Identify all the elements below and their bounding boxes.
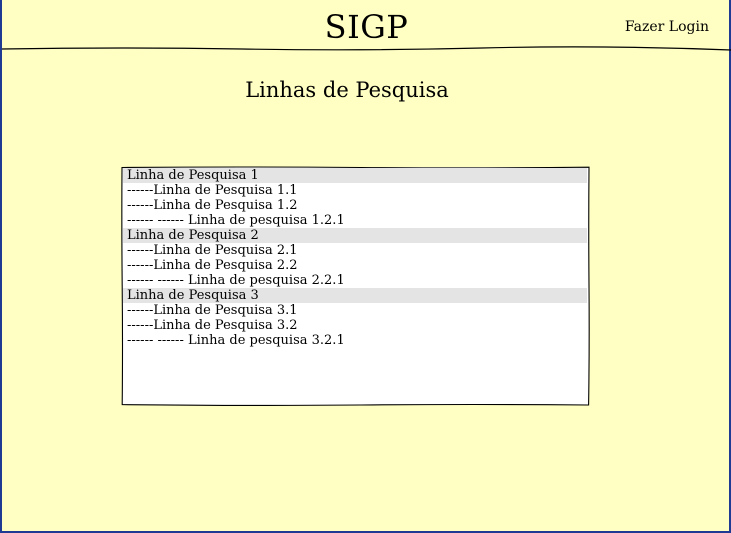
list-item[interactable]: ------ ------ Linha de pesquisa 1.2.1 bbox=[123, 213, 587, 228]
list-item[interactable]: ------ ------ Linha de pesquisa 2.2.1 bbox=[123, 273, 587, 288]
research-lines-listbox[interactable]: Linha de Pesquisa 1 ------Linha de Pesqui… bbox=[121, 166, 590, 406]
list-item[interactable]: ------ ------ Linha de pesquisa 3.2.1 bbox=[123, 333, 587, 348]
header-divider bbox=[2, 46, 731, 51]
list-item[interactable]: ------Linha de Pesquisa 3.1 bbox=[123, 303, 587, 318]
list-item[interactable]: ------Linha de Pesquisa 2.2 bbox=[123, 258, 587, 273]
list-group-item[interactable]: Linha de Pesquisa 1 bbox=[123, 168, 587, 183]
header: SIGP Fazer Login bbox=[2, 0, 729, 50]
list-item[interactable]: ------Linha de Pesquisa 1.2 bbox=[123, 198, 587, 213]
list-group-item[interactable]: Linha de Pesquisa 2 bbox=[123, 228, 587, 243]
app-title: SIGP bbox=[324, 8, 409, 46]
research-lines-list: Linha de Pesquisa 1 ------Linha de Pesqui… bbox=[123, 168, 587, 348]
list-item[interactable]: ------Linha de Pesquisa 3.2 bbox=[123, 318, 587, 333]
page-title: Linhas de Pesquisa bbox=[245, 78, 449, 102]
list-group-item[interactable]: Linha de Pesquisa 3 bbox=[123, 288, 587, 303]
login-link[interactable]: Fazer Login bbox=[625, 19, 709, 35]
list-item[interactable]: ------Linha de Pesquisa 2.1 bbox=[123, 243, 587, 258]
list-item[interactable]: ------Linha de Pesquisa 1.1 bbox=[123, 183, 587, 198]
